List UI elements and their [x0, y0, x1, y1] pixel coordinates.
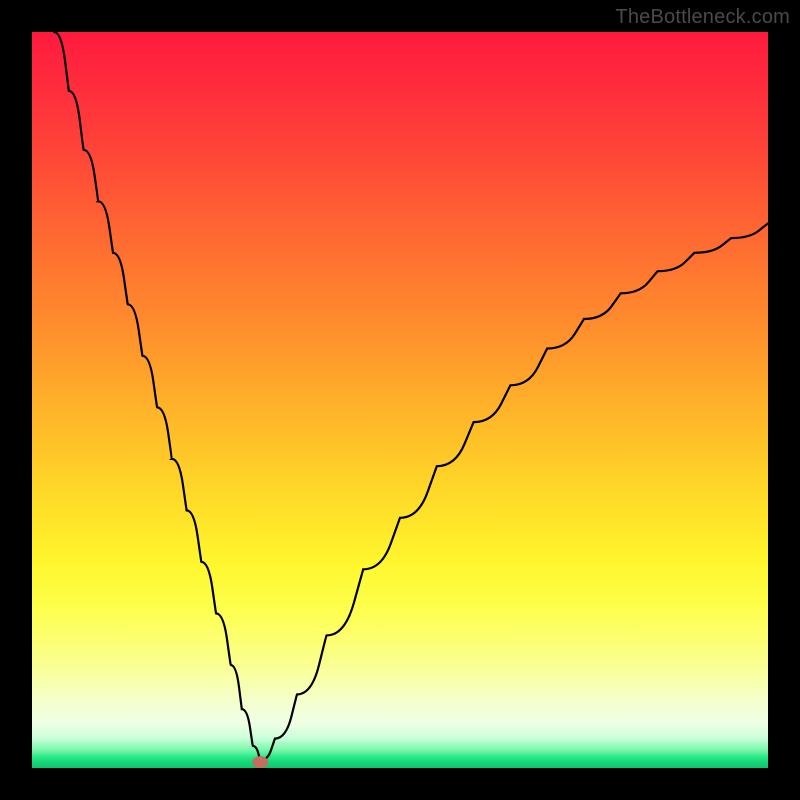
watermark-text: TheBottleneck.com: [615, 6, 790, 29]
minimum-point-marker: [252, 756, 268, 768]
chart-container: TheBottleneck.com: [0, 0, 800, 800]
bottleneck-curve-svg: [32, 32, 768, 768]
chart-plot-area: [32, 32, 768, 768]
bottleneck-curve: [54, 32, 768, 761]
